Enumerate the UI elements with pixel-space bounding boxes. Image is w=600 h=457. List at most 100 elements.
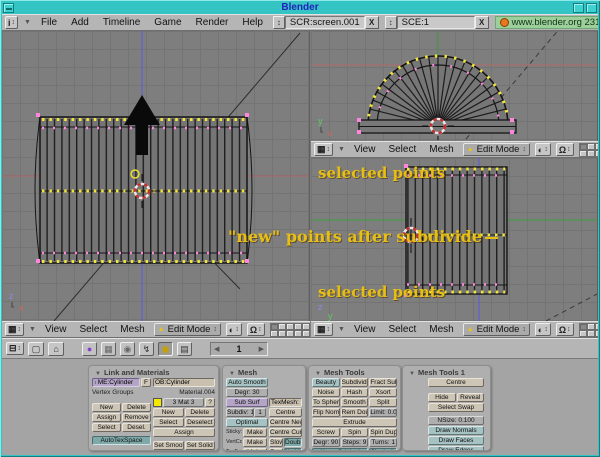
- draw-mode-button[interactable]: ◐↕: [535, 323, 551, 336]
- viewport-type-button[interactable]: ▦↕: [314, 323, 333, 336]
- screen-name-field[interactable]: SCR:screen.001: [285, 16, 365, 29]
- spin-dup-button[interactable]: Spin Dup: [369, 428, 397, 437]
- fake-user-button[interactable]: F: [141, 378, 151, 387]
- collapse-header-icon[interactable]: ▼: [338, 146, 345, 153]
- material-buttons-tab[interactable]: ◉: [120, 342, 135, 356]
- subsurf-toggle[interactable]: Sub Surf: [226, 398, 268, 407]
- subdiv-render-spinner[interactable]: 1: [254, 408, 266, 417]
- collapse-header-icon[interactable]: ▼: [29, 326, 36, 333]
- keep-original-toggle[interactable]: Keep Original: [312, 448, 368, 451]
- menu-view[interactable]: View: [350, 144, 380, 155]
- collapse-menu-icon[interactable]: ▼: [24, 19, 31, 26]
- double-sided-toggle[interactable]: Double Sided: [284, 438, 302, 447]
- material-deselect-button[interactable]: Deselect: [185, 418, 216, 427]
- mode-dropdown[interactable]: ▲Edit Mode↕: [463, 323, 530, 336]
- panel-header[interactable]: ▼Link and Materials: [89, 366, 218, 377]
- degr-spinner[interactable]: Degr: 90: [312, 438, 340, 447]
- menu-mesh[interactable]: Mesh: [116, 324, 148, 335]
- shade-button[interactable]: [586, 3, 597, 13]
- menu-mesh[interactable]: Mesh: [425, 144, 457, 155]
- rotation-pivot-button[interactable]: Ω↕: [247, 323, 265, 336]
- material-new-button[interactable]: New: [153, 408, 184, 417]
- panel-collapse-icon[interactable]: ▼: [229, 371, 235, 377]
- mode-dropdown[interactable]: ▲Edit Mode↕: [463, 143, 530, 156]
- viewport-front[interactable]: z x: [2, 31, 310, 321]
- beauty-toggle[interactable]: Beauty: [312, 378, 340, 387]
- vgroup-deselect-button[interactable]: Desel.: [122, 423, 151, 432]
- vgroup-assign-button[interactable]: Assign: [92, 413, 121, 422]
- anim-buttons-tab[interactable]: ↯: [139, 342, 154, 356]
- set-solid-button[interactable]: Set Solid: [185, 441, 216, 450]
- material-index-spinner[interactable]: 3 Mat 3: [163, 398, 204, 407]
- frame-next-icon[interactable]: ▶: [259, 345, 264, 353]
- edit-buttons-tab[interactable]: ▣: [158, 342, 173, 356]
- rotation-pivot-button[interactable]: Ω↕: [556, 143, 574, 156]
- centre-new-button[interactable]: Centre New: [269, 418, 302, 427]
- panel-collapse-icon[interactable]: ▼: [95, 371, 101, 377]
- viewport-type-button[interactable]: ▦↕: [314, 143, 333, 156]
- mode-dropdown[interactable]: ▲Edit Mode↕: [154, 323, 221, 336]
- rotation-pivot-button[interactable]: Ω↕: [556, 323, 574, 336]
- screw-button[interactable]: Screw: [312, 428, 340, 437]
- vgroup-delete-button[interactable]: Delete: [122, 403, 151, 412]
- object-name-field[interactable]: OB:Cylinder: [153, 378, 215, 387]
- scene-browse-button[interactable]: ↕: [385, 16, 397, 29]
- centre-button[interactable]: Centre: [269, 408, 302, 417]
- screen-browse-button[interactable]: ↕: [273, 16, 285, 29]
- menu-file[interactable]: File: [37, 17, 61, 28]
- vertcol-make-button[interactable]: Make: [243, 438, 267, 447]
- split-button[interactable]: Split: [369, 398, 397, 407]
- subdivide-button[interactable]: Subdivide: [341, 378, 369, 387]
- help-button[interactable]: ?: [205, 398, 215, 407]
- turns-spinner[interactable]: Turns: 1: [369, 438, 397, 447]
- menu-mesh[interactable]: Mesh: [425, 324, 457, 335]
- full-window-button[interactable]: ▢: [28, 342, 44, 356]
- layer-buttons[interactable]: [579, 323, 598, 337]
- draw-faces-toggle[interactable]: Draw Faces: [428, 436, 484, 445]
- to-sphere-button[interactable]: To Sphere: [312, 398, 340, 407]
- xsort-button[interactable]: Xsort: [369, 388, 397, 397]
- menu-select[interactable]: Select: [384, 144, 420, 155]
- sticky-make-button[interactable]: Make: [243, 428, 267, 437]
- material-assign-button[interactable]: Assign: [153, 428, 215, 437]
- menu-view[interactable]: View: [41, 324, 71, 335]
- extrude-button[interactable]: Extrude: [312, 418, 397, 427]
- centre-button[interactable]: Centre: [428, 378, 484, 387]
- draw-edges-toggle[interactable]: Draw Edges: [428, 446, 484, 451]
- select-swap-button[interactable]: Select Swap: [428, 403, 484, 412]
- menu-add[interactable]: Add: [67, 17, 93, 28]
- texface-make-button[interactable]: Make: [243, 448, 267, 451]
- viewport-type-button[interactable]: ▦↕: [5, 323, 24, 336]
- menu-select[interactable]: Select: [384, 324, 420, 335]
- hide-button[interactable]: Hide: [428, 393, 456, 402]
- material-delete-button[interactable]: Delete: [185, 408, 216, 417]
- subdiv-spinner[interactable]: Subdiv: 1: [226, 408, 254, 417]
- panel-collapse-icon[interactable]: ▼: [315, 371, 321, 377]
- reveal-button[interactable]: Reveal: [457, 393, 485, 402]
- menu-game[interactable]: Game: [150, 17, 185, 28]
- fract-subd-button[interactable]: Fract Subd: [369, 378, 397, 387]
- vgroup-remove-button[interactable]: Remove: [122, 413, 151, 422]
- mesh-datablock-field[interactable]: ↕ME:Cylinder: [92, 378, 140, 387]
- material-select-button[interactable]: Select: [153, 418, 184, 427]
- spin-button[interactable]: Spin: [341, 428, 369, 437]
- draw-mode-button[interactable]: ◐↕: [226, 323, 242, 336]
- lamp-buttons-tab[interactable]: ●: [82, 342, 97, 356]
- texture-buttons-tab[interactable]: ▦: [101, 342, 116, 356]
- menu-timeline[interactable]: Timeline: [99, 17, 144, 28]
- layer-buttons[interactable]: [270, 323, 310, 337]
- degr-spinner[interactable]: Degr: 30: [226, 388, 268, 397]
- faster-draw-button[interactable]: FasterDraw: [269, 448, 283, 451]
- window-type-button[interactable]: i↕: [5, 16, 18, 29]
- menu-help[interactable]: Help: [238, 17, 267, 28]
- slower-draw-button[interactable]: SlowerDraw: [269, 438, 283, 447]
- optimal-toggle[interactable]: Optimal: [226, 418, 268, 427]
- draw-normals-toggle[interactable]: Draw Normals: [428, 426, 484, 435]
- hash-button[interactable]: Hash: [341, 388, 369, 397]
- limit-spinner[interactable]: Limit: 0.001: [369, 408, 397, 417]
- menu-view[interactable]: View: [350, 324, 380, 335]
- autotexspace-toggle[interactable]: AutoTexSpace: [92, 436, 151, 445]
- clockwise-toggle[interactable]: Clockwise: [369, 448, 397, 451]
- home-button[interactable]: ⌂: [48, 342, 64, 356]
- collapse-header-icon[interactable]: ▼: [338, 326, 345, 333]
